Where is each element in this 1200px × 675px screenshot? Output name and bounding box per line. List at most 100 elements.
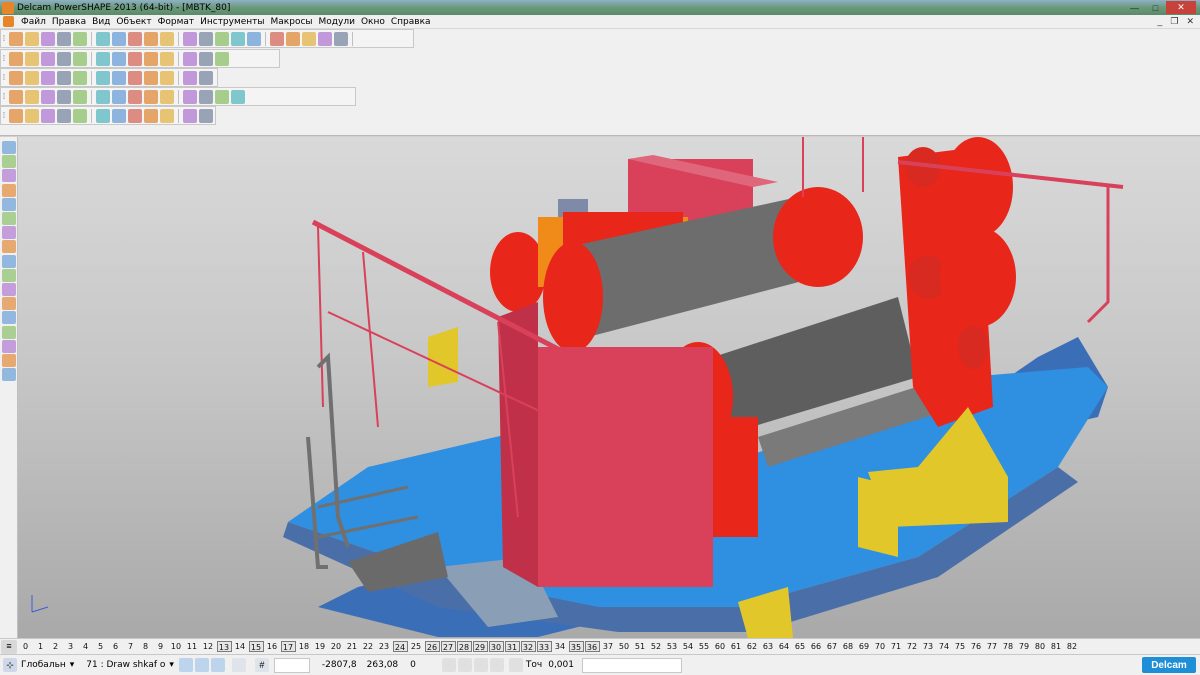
sphere-tool-icon[interactable] [2, 254, 16, 268]
view-top-icon[interactable] [9, 51, 23, 66]
menu-object[interactable]: Объект [113, 17, 154, 27]
workplane-name[interactable]: Глобальн [21, 660, 66, 670]
level-73[interactable]: 73 [921, 641, 936, 652]
level-62[interactable]: 62 [745, 641, 760, 652]
save-icon[interactable] [41, 31, 55, 46]
toolbar-grip[interactable]: ⁞ [0, 70, 8, 85]
workplane-icon[interactable] [9, 70, 23, 85]
level-61[interactable]: 61 [729, 641, 744, 652]
shell-icon[interactable] [41, 89, 55, 104]
polar-icon[interactable] [489, 658, 504, 672]
level-8[interactable]: 8 [139, 641, 153, 652]
toolbar-grip[interactable]: ⁞ [0, 89, 8, 104]
level-37[interactable]: 37 [601, 641, 616, 652]
close-button[interactable]: ✕ [1166, 1, 1196, 14]
level-1[interactable]: 1 [34, 641, 48, 652]
level-15[interactable]: 15 [248, 641, 264, 652]
select-icon[interactable] [183, 31, 197, 46]
mirror-icon[interactable] [160, 89, 174, 104]
shading-icon[interactable] [160, 51, 174, 66]
level-77[interactable]: 77 [985, 641, 1000, 652]
dimension-icon[interactable] [270, 31, 284, 46]
menu-macros[interactable]: Макросы [268, 17, 316, 27]
abs-icon[interactable] [457, 658, 472, 672]
revolve-icon[interactable] [41, 108, 55, 123]
level-72[interactable]: 72 [905, 641, 920, 652]
level-23[interactable]: 23 [377, 641, 392, 652]
view-front-icon[interactable] [25, 51, 39, 66]
snap-grid-icon[interactable] [194, 658, 209, 672]
workplane-dropdown-icon[interactable]: ▾ [70, 660, 75, 670]
level-32[interactable]: 32 [520, 641, 536, 652]
part-icon[interactable] [199, 108, 213, 123]
level-80[interactable]: 80 [1033, 641, 1048, 652]
level-68[interactable]: 68 [841, 641, 856, 652]
shell-tool-icon[interactable] [2, 297, 16, 311]
zoom-icon[interactable] [73, 51, 87, 66]
document-icon[interactable] [3, 16, 14, 27]
cut-icon[interactable] [73, 89, 87, 104]
rotate-icon[interactable] [144, 51, 158, 66]
menu-help[interactable]: Справка [388, 17, 434, 27]
new-icon[interactable] [9, 31, 23, 46]
level-53[interactable]: 53 [665, 641, 680, 652]
toolbar-grip[interactable]: ⁞ [0, 108, 8, 123]
level-2[interactable]: 2 [49, 641, 63, 652]
level-12[interactable]: 12 [201, 641, 216, 652]
thread-icon[interactable] [144, 108, 158, 123]
pipe-tool-icon[interactable] [2, 354, 16, 367]
level-71[interactable]: 71 [889, 641, 904, 652]
torus-icon[interactable] [144, 70, 158, 85]
surface-tool-icon[interactable] [2, 212, 16, 225]
level-16[interactable]: 16 [265, 641, 280, 652]
open-icon[interactable] [25, 31, 39, 46]
coord-x[interactable]: -2807,8 [322, 660, 357, 670]
level-10[interactable]: 10 [169, 641, 184, 652]
level-25[interactable]: 25 [409, 641, 424, 652]
level-35[interactable]: 35 [568, 641, 584, 652]
boolean-icon[interactable] [183, 70, 197, 85]
solid-tools-icon[interactable] [9, 108, 23, 123]
level-67[interactable]: 67 [825, 641, 840, 652]
level-79[interactable]: 79 [1017, 641, 1032, 652]
level-64[interactable]: 64 [777, 641, 792, 652]
view-side-icon[interactable] [41, 51, 55, 66]
level-34[interactable]: 34 [553, 641, 568, 652]
surface-icon[interactable] [286, 31, 300, 46]
level-5[interactable]: 5 [94, 641, 108, 652]
zoom-fit-icon[interactable] [112, 51, 126, 66]
colour-icon[interactable] [57, 70, 71, 85]
box2-icon[interactable] [2, 183, 16, 197]
revolve-tool-icon[interactable] [2, 325, 16, 339]
offset-tool-icon[interactable] [2, 311, 16, 325]
tolerance-icon[interactable] [508, 658, 523, 672]
box-icon[interactable] [96, 108, 110, 123]
level-31[interactable]: 31 [504, 641, 520, 652]
snap-icon[interactable] [178, 658, 193, 672]
level-4[interactable]: 4 [79, 641, 93, 652]
level-7[interactable]: 7 [124, 641, 138, 652]
doc-minimize-button[interactable]: _ [1157, 16, 1162, 27]
level-63[interactable]: 63 [761, 641, 776, 652]
level-9[interactable]: 9 [154, 641, 168, 652]
level-69[interactable]: 69 [857, 641, 872, 652]
move-icon[interactable] [199, 89, 213, 104]
spring-icon[interactable] [128, 108, 142, 123]
undo-icon[interactable] [144, 31, 158, 46]
multi-select-icon[interactable] [2, 155, 16, 169]
menu-modules[interactable]: Модули [316, 17, 358, 27]
loft-icon[interactable] [73, 108, 87, 123]
menu-edit[interactable]: Правка [49, 17, 89, 27]
text-icon[interactable] [247, 31, 261, 46]
solid-icon[interactable] [302, 31, 316, 46]
minimize-button[interactable]: — [1124, 1, 1145, 14]
toolbar-grip[interactable]: ⁞ [0, 31, 8, 46]
level-52[interactable]: 52 [649, 641, 664, 652]
current-level[interactable]: 71 : Draw shkaf o [86, 660, 165, 670]
view-iso-icon[interactable] [57, 51, 71, 66]
rel-icon[interactable] [473, 658, 488, 672]
level-22[interactable]: 22 [361, 641, 376, 652]
menu-view[interactable]: Вид [89, 17, 113, 27]
pan-icon[interactable] [128, 51, 142, 66]
snap-point-icon[interactable] [210, 658, 225, 672]
